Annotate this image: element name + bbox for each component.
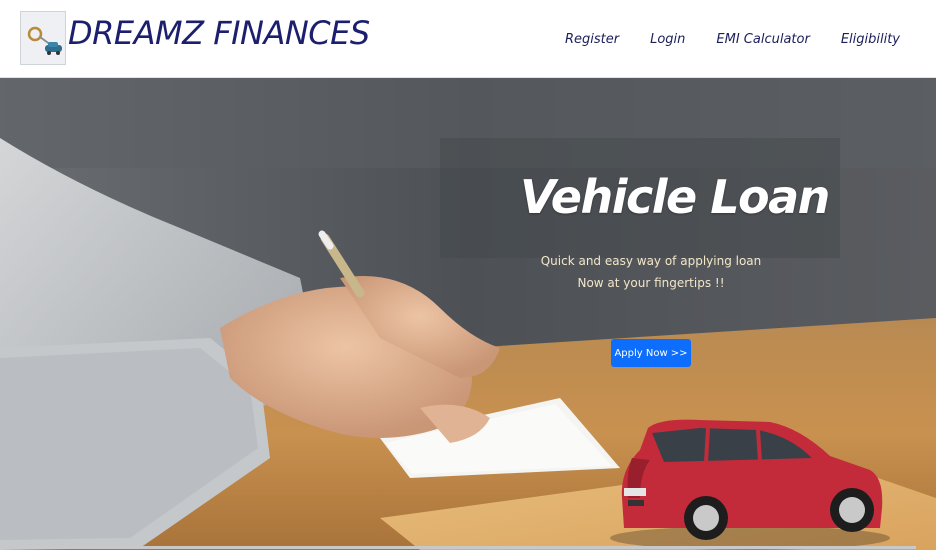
logo[interactable]	[20, 11, 66, 65]
hero-banner: Vehicle Loan Quick and easy way of apply…	[0, 78, 936, 550]
car-key-icon	[21, 12, 65, 64]
brand-name[interactable]: DREAMZ FINANCES	[68, 13, 370, 53]
site-header: DREAMZ FINANCES Register Login EMI Calcu…	[0, 0, 936, 78]
nav-emi-calculator[interactable]: EMI Calculator	[716, 32, 809, 47]
main-nav: Register Login EMI Calculator Eligibilit…	[565, 32, 900, 47]
horizontal-scrollbar[interactable]	[18, 546, 916, 549]
apply-now-button[interactable]: Apply Now >>	[611, 339, 691, 367]
hero-background-image	[0, 78, 936, 550]
nav-register[interactable]: Register	[565, 32, 619, 47]
hero-subtitle: Quick and easy way of applying loan Now …	[520, 250, 782, 294]
hero-subtitle-line2: Now at your fingertips !!	[577, 276, 725, 290]
nav-login[interactable]: Login	[650, 32, 685, 47]
hero-subtitle-line1: Quick and easy way of applying loan	[540, 254, 762, 268]
nav-eligibility[interactable]: Eligibility	[841, 32, 900, 47]
hero-title: Vehicle Loan	[520, 170, 830, 224]
